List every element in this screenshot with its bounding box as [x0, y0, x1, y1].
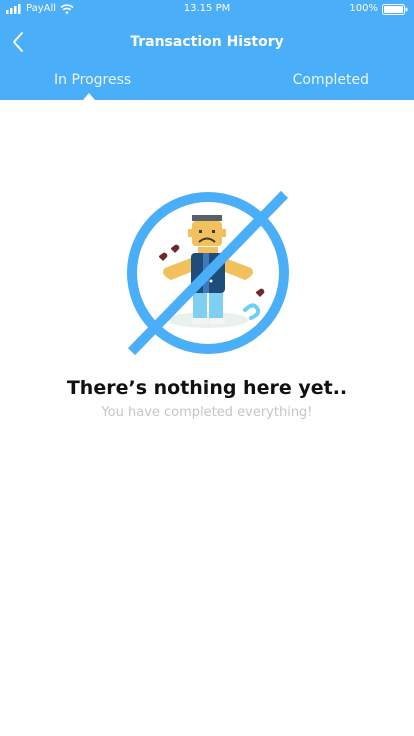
- battery-icon: [382, 3, 408, 15]
- status-bar: PayAll 13.15 PM 100%: [0, 0, 414, 18]
- app-header: PayAll 13.15 PM 100% Transaction History…: [0, 0, 414, 100]
- empty-state-person-icon: [127, 190, 289, 356]
- tab-bar: In Progress Completed: [0, 64, 414, 100]
- empty-state-subtitle: You have completed everything!: [101, 405, 313, 420]
- nav-bar: Transaction History: [0, 24, 414, 60]
- status-right: 100%: [349, 0, 408, 18]
- tab-completed[interactable]: Completed: [293, 64, 369, 96]
- active-tab-indicator: [83, 93, 95, 100]
- tab-in-progress[interactable]: In Progress: [54, 64, 131, 96]
- battery-percent: 100%: [349, 3, 378, 14]
- empty-state-title: There’s nothing here yet..: [66, 377, 348, 399]
- transaction-history-screen: PayAll 13.15 PM 100% Transaction History…: [0, 0, 414, 736]
- page-title: Transaction History: [130, 34, 284, 50]
